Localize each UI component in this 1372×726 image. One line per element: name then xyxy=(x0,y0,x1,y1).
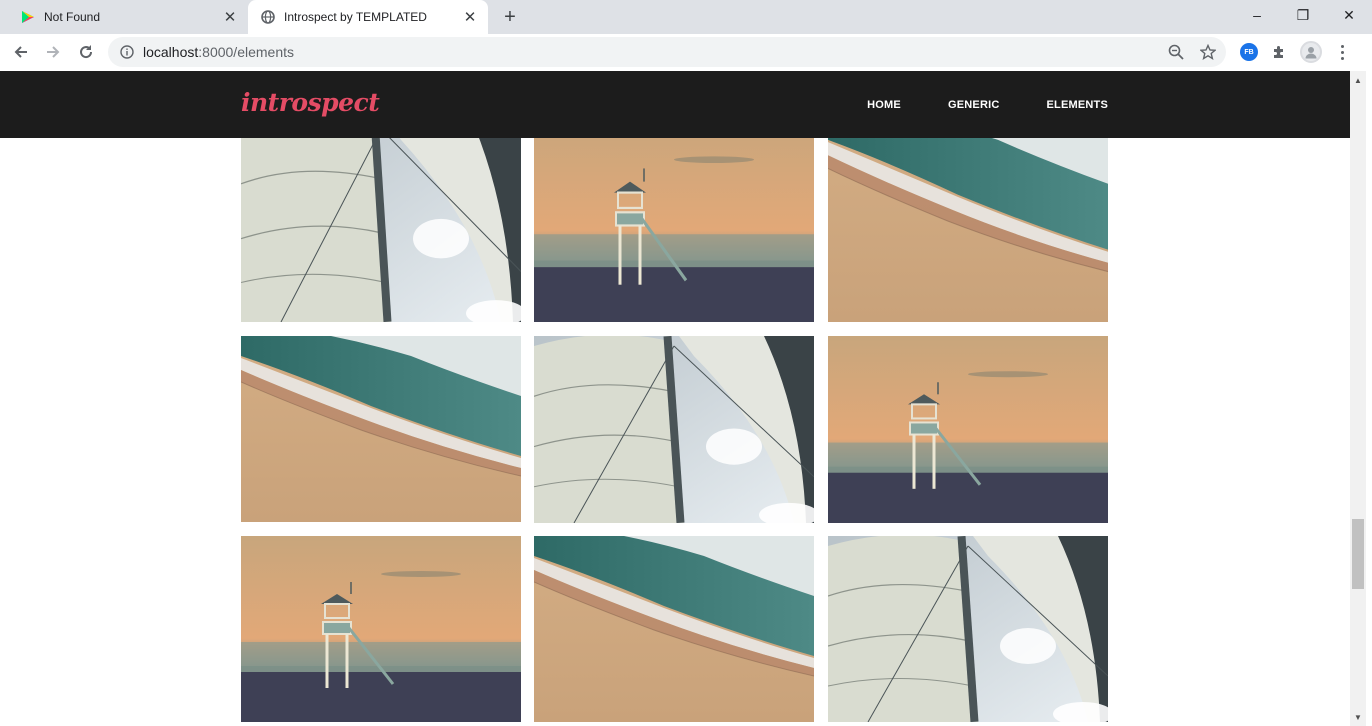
sailboat-sail-image xyxy=(828,536,1108,722)
close-icon[interactable]: ✕ xyxy=(220,7,240,27)
gallery-image[interactable] xyxy=(534,118,814,322)
arrow-right-icon xyxy=(47,46,60,58)
info-icon[interactable] xyxy=(119,44,135,60)
gallery-image[interactable] xyxy=(534,336,814,523)
scroll-up-icon[interactable]: ▲ xyxy=(1350,73,1366,87)
lifeguard-tower-image xyxy=(828,336,1108,523)
extensions-area: FB xyxy=(1236,39,1352,65)
page-scrollbar[interactable]: ▲ ▼ xyxy=(1350,71,1366,726)
profile-avatar-icon[interactable] xyxy=(1300,41,1322,63)
reload-button[interactable] xyxy=(73,39,99,65)
scroll-down-icon[interactable]: ▼ xyxy=(1350,710,1366,724)
gallery-image[interactable] xyxy=(828,536,1108,722)
beach-waves-image xyxy=(241,336,521,522)
gallery-image[interactable] xyxy=(241,118,521,322)
page-viewport: introspect Home Generic Elements xyxy=(0,71,1350,726)
scrollbar-thumb[interactable] xyxy=(1352,519,1364,589)
gallery-image[interactable] xyxy=(828,118,1108,322)
sailboat-sail-image xyxy=(241,118,521,322)
beach-waves-image xyxy=(828,118,1108,322)
address-bar[interactable]: localhost:8000/elements xyxy=(108,37,1226,67)
nav-generic-link[interactable]: Generic xyxy=(948,99,1000,111)
lifeguard-tower-image xyxy=(534,118,814,322)
tab-not-found[interactable]: Not Found ✕ xyxy=(8,0,248,34)
sailboat-sail-image xyxy=(534,336,814,523)
extension-fb-icon[interactable]: FB xyxy=(1240,43,1258,61)
tab-introspect[interactable]: Introspect by TEMPLATED ✕ xyxy=(248,0,488,34)
globe-icon xyxy=(260,9,276,25)
tab-title: Not Found xyxy=(44,10,101,24)
close-icon[interactable]: ✕ xyxy=(460,7,480,27)
minimize-button[interactable]: – xyxy=(1234,0,1280,30)
nav-home-link[interactable]: Home xyxy=(867,99,901,111)
tab-title: Introspect by TEMPLATED xyxy=(284,10,427,24)
reload-icon xyxy=(80,45,93,59)
url-path: :8000/elements xyxy=(198,44,294,60)
maximize-button[interactable]: ❐ xyxy=(1280,0,1326,30)
gallery-image[interactable] xyxy=(534,536,814,722)
arrow-left-icon xyxy=(14,46,27,58)
site-logo[interactable]: introspect xyxy=(241,88,380,117)
bookmark-star-icon[interactable] xyxy=(1198,42,1218,62)
url-host: localhost xyxy=(143,44,199,60)
gallery-image[interactable] xyxy=(241,536,521,722)
close-window-button[interactable]: ✕ xyxy=(1326,0,1372,30)
nav-elements-link[interactable]: Elements xyxy=(1047,99,1109,111)
gallery-image[interactable] xyxy=(241,336,521,522)
forward-button[interactable] xyxy=(40,39,66,65)
new-tab-button[interactable]: + xyxy=(498,5,522,29)
browser-toolbar: localhost:8000/elements FB xyxy=(0,34,1372,71)
puzzle-icon[interactable] xyxy=(1268,41,1290,63)
gallery-image[interactable] xyxy=(828,336,1108,523)
url-text: localhost:8000/elements xyxy=(143,44,294,60)
beach-waves-image xyxy=(534,536,814,722)
tab-strip: Not Found ✕ Introspect by TEMPLATED ✕ + … xyxy=(0,0,1372,34)
window-controls: – ❐ ✕ xyxy=(1234,0,1372,30)
lifeguard-tower-image xyxy=(241,536,521,722)
play-store-icon xyxy=(20,9,36,25)
omnibox-actions xyxy=(1166,37,1218,67)
zoom-icon[interactable] xyxy=(1166,42,1186,62)
menu-icon[interactable] xyxy=(1332,39,1352,65)
site-nav: Home Generic Elements xyxy=(820,71,1108,138)
back-button[interactable] xyxy=(8,39,34,65)
site-header: introspect Home Generic Elements xyxy=(0,71,1350,138)
